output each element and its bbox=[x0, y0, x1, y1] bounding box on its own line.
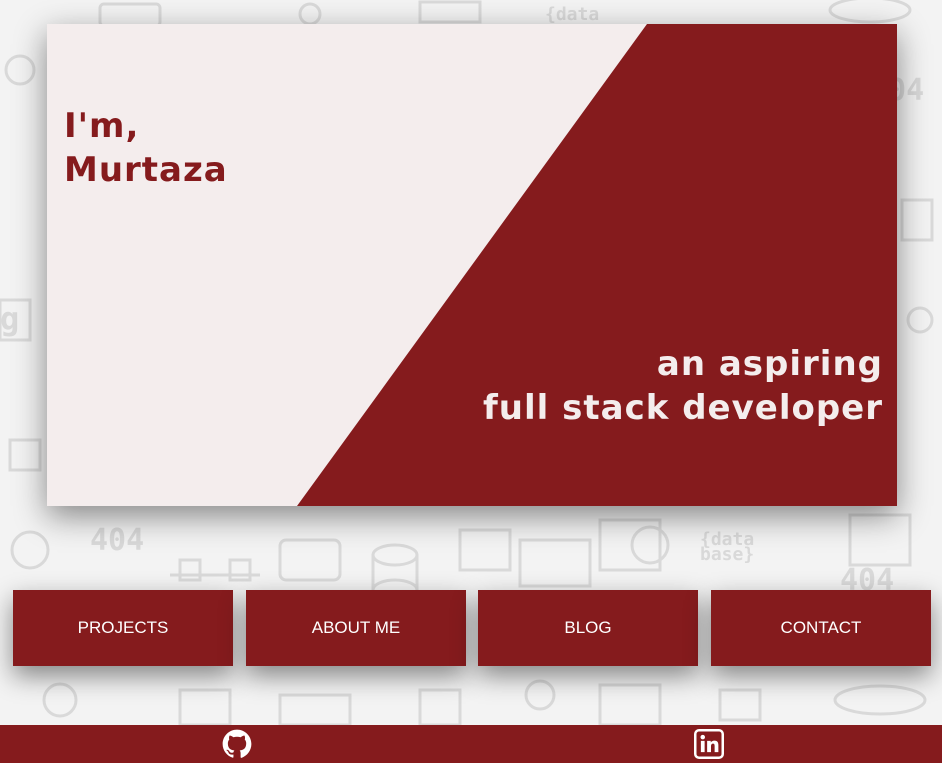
svg-text:{data: {data bbox=[545, 4, 599, 25]
hero-greeting: I'm, Murtaza bbox=[64, 104, 228, 192]
svg-text:base}: base} bbox=[700, 544, 754, 565]
blog-button[interactable]: BLOG bbox=[478, 590, 698, 666]
tagline-line-1: an aspiring bbox=[656, 344, 883, 384]
projects-button[interactable]: PROJECTS bbox=[13, 590, 233, 666]
contact-button[interactable]: CONTACT bbox=[711, 590, 931, 666]
greeting-name: Murtaza bbox=[64, 150, 228, 190]
about-me-button[interactable]: ABOUT ME bbox=[246, 590, 466, 666]
github-icon[interactable] bbox=[222, 729, 252, 759]
tagline-line-2: full stack developer bbox=[483, 388, 883, 428]
greeting-line-1: I'm, bbox=[64, 106, 140, 146]
hero-tagline: an aspiring full stack developer bbox=[483, 342, 883, 430]
hero-diagonal-split bbox=[47, 24, 897, 506]
svg-text:404: 404 bbox=[90, 523, 144, 558]
svg-text:g: g bbox=[0, 300, 19, 338]
hero-banner: I'm, Murtaza an aspiring full stack deve… bbox=[47, 24, 897, 506]
linkedin-icon[interactable] bbox=[694, 729, 724, 759]
footer-bar bbox=[0, 725, 942, 763]
